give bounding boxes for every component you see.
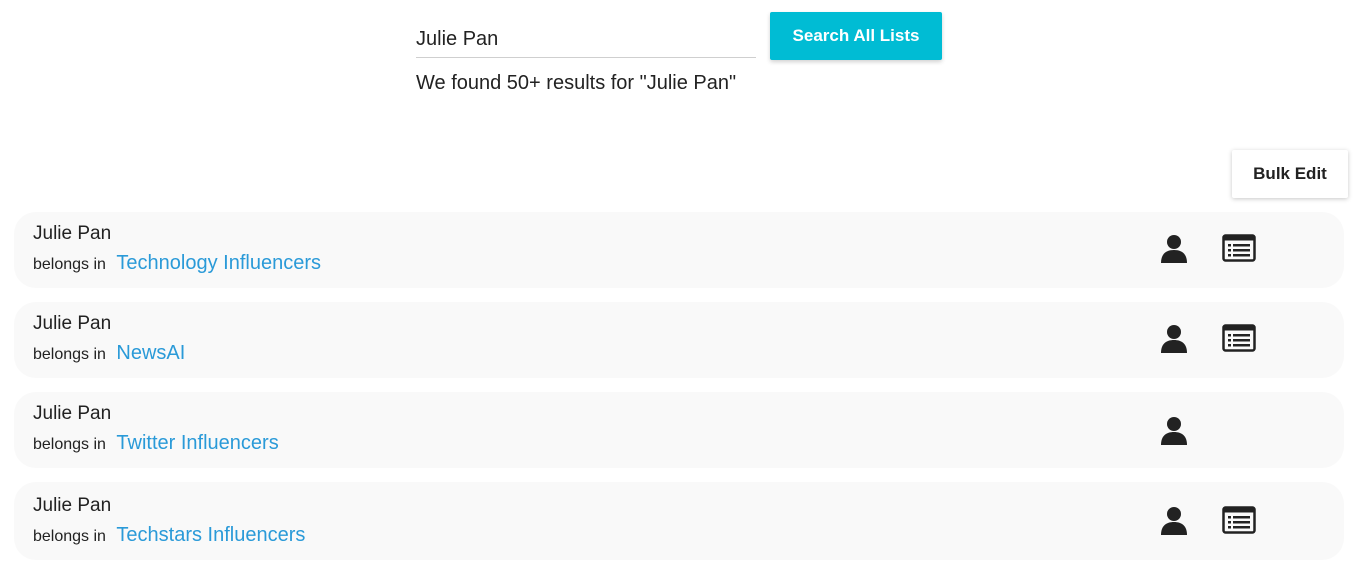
belongs-line: belongs in Techstars Influencers [33, 524, 305, 547]
list-view-icon[interactable] [1222, 324, 1256, 352]
contact-name: Julie Pan [33, 403, 112, 424]
result-row: Julie Pan belongs in Twitter Influencers [14, 392, 1344, 468]
contact-name: Julie Pan [33, 223, 112, 244]
bulk-edit-button[interactable]: Bulk Edit [1232, 150, 1348, 198]
result-row: Julie Pan belongs in Techstars Influence… [14, 482, 1344, 560]
list-link[interactable]: Twitter Influencers [116, 432, 278, 454]
list-link[interactable]: Techstars Influencers [116, 524, 305, 546]
contact-name: Julie Pan [33, 313, 112, 334]
person-icon[interactable] [1160, 324, 1188, 354]
result-row: Julie Pan belongs in Technology Influenc… [14, 212, 1344, 288]
list-link[interactable]: Technology Influencers [116, 252, 321, 274]
belongs-label: belongs in [33, 256, 106, 273]
person-icon[interactable] [1160, 416, 1188, 446]
results-list: Julie Pan belongs in Technology Influenc… [14, 212, 1344, 574]
person-icon[interactable] [1160, 506, 1188, 536]
belongs-label: belongs in [33, 528, 106, 545]
search-input[interactable] [416, 22, 756, 58]
list-link[interactable]: NewsAI [116, 342, 185, 364]
belongs-line: belongs in NewsAI [33, 342, 185, 365]
belongs-line: belongs in Technology Influencers [33, 252, 321, 275]
belongs-label: belongs in [33, 436, 106, 453]
list-view-icon[interactable] [1222, 234, 1256, 262]
contact-name: Julie Pan [33, 495, 112, 516]
search-all-lists-button[interactable]: Search All Lists [770, 12, 942, 60]
person-icon[interactable] [1160, 234, 1188, 264]
list-view-icon[interactable] [1222, 506, 1256, 534]
result-row: Julie Pan belongs in NewsAI [14, 302, 1344, 378]
results-summary: We found 50+ results for "Julie Pan" [416, 72, 737, 94]
belongs-line: belongs in Twitter Influencers [33, 432, 279, 455]
belongs-label: belongs in [33, 346, 106, 363]
